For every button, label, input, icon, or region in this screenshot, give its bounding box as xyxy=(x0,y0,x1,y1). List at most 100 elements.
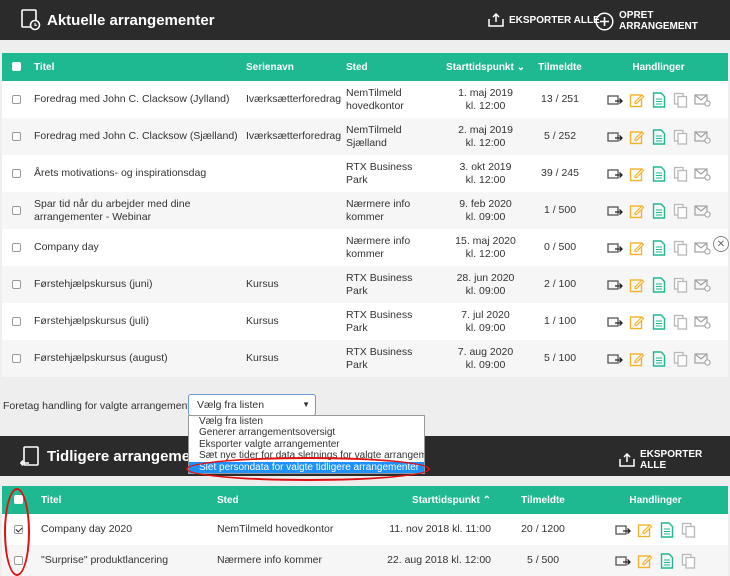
copy-icon[interactable] xyxy=(672,313,689,330)
row-checkbox[interactable] xyxy=(12,242,21,252)
copy-icon[interactable] xyxy=(680,521,697,538)
event-title[interactable]: Årets motivations- og inspirationsdag xyxy=(30,155,242,192)
column-signed[interactable]: Tilmeldte xyxy=(503,486,583,514)
column-title[interactable]: Titel xyxy=(37,486,213,514)
move-icon[interactable] xyxy=(606,276,623,293)
edit-icon[interactable] xyxy=(628,276,645,293)
create-event-button[interactable]: OPRET ARRANGEMENT xyxy=(595,10,730,32)
edit-icon[interactable] xyxy=(628,128,645,145)
column-title[interactable]: Titel xyxy=(30,53,242,81)
event-title[interactable]: Company day xyxy=(30,229,242,266)
document-icon[interactable] xyxy=(658,521,675,538)
mail-icon[interactable] xyxy=(694,313,711,330)
edit-icon[interactable] xyxy=(628,202,645,219)
bulk-option-delete-personal-data[interactable]: Slet persondata for valgte tidligere arr… xyxy=(189,461,424,473)
previous-export-all-button[interactable]: EKSPORTER ALLE xyxy=(619,449,730,471)
column-signed[interactable]: Tilmeldte xyxy=(531,53,589,81)
document-icon[interactable] xyxy=(650,165,667,182)
document-icon[interactable] xyxy=(658,552,675,569)
table-row[interactable]: Spar tid når du arbejder med dine arrang… xyxy=(2,192,728,229)
move-icon[interactable] xyxy=(606,239,623,256)
table-row[interactable]: Årets motivations- og inspirationsdag RTX… xyxy=(2,155,728,192)
bulk-option[interactable]: Eksporter valgte arrangementer xyxy=(189,439,424,450)
row-checkbox[interactable] xyxy=(12,353,21,363)
document-icon[interactable] xyxy=(650,350,667,367)
copy-icon[interactable] xyxy=(672,165,689,182)
row-checkbox[interactable] xyxy=(14,524,23,534)
table-row[interactable]: Førstehjælpskursus (august) Kursus RTX Bus… xyxy=(2,340,728,377)
mail-icon[interactable] xyxy=(694,239,711,256)
mail-icon[interactable] xyxy=(694,128,711,145)
event-title[interactable]: "Surprise" produktlancering xyxy=(37,545,213,576)
row-checkbox[interactable] xyxy=(12,279,21,289)
move-icon[interactable] xyxy=(606,91,623,108)
edit-icon[interactable] xyxy=(636,521,653,538)
event-place: RTX Business Park xyxy=(346,160,413,186)
copy-icon[interactable] xyxy=(672,350,689,367)
document-icon[interactable] xyxy=(650,202,667,219)
table-row[interactable]: Foredrag med John C. Clacksow (Jylland) I… xyxy=(2,81,728,118)
event-title[interactable]: Company day 2020 xyxy=(37,514,213,545)
move-icon[interactable] xyxy=(606,350,623,367)
event-title[interactable]: Spar tid når du arbejder med dine arrang… xyxy=(30,192,242,229)
mail-icon[interactable] xyxy=(694,91,711,108)
row-checkbox[interactable] xyxy=(12,205,21,215)
edit-icon[interactable] xyxy=(628,350,645,367)
event-title[interactable]: Førstehjælpskursus (august) xyxy=(30,340,242,377)
copy-icon[interactable] xyxy=(672,202,689,219)
document-icon[interactable] xyxy=(650,128,667,145)
move-icon[interactable] xyxy=(614,552,631,569)
edit-icon[interactable] xyxy=(628,165,645,182)
table-row[interactable]: Førstehjælpskursus (juni) Kursus RTX Busin… xyxy=(2,266,728,303)
bulk-action-select[interactable]: Vælg fra listen ▼ xyxy=(188,394,316,416)
table-row[interactable]: Company day Nærmere info kommer 15. maj 20… xyxy=(2,229,728,266)
mail-icon[interactable] xyxy=(694,165,711,182)
event-title[interactable]: Foredrag med John C. Clacksow (Jylland) xyxy=(30,81,242,118)
document-icon[interactable] xyxy=(650,91,667,108)
export-all-button[interactable]: EKSPORTER ALLE xyxy=(488,13,600,27)
select-all-checkbox[interactable] xyxy=(12,62,21,72)
row-checkbox[interactable] xyxy=(12,131,21,141)
document-icon[interactable] xyxy=(650,239,667,256)
event-title[interactable]: Førstehjælpskursus (juni) xyxy=(30,266,242,303)
copy-icon[interactable] xyxy=(680,552,697,569)
mail-icon[interactable] xyxy=(694,276,711,293)
event-title[interactable]: Foredrag med John C. Clacksow (Sjælland) xyxy=(30,118,242,155)
table-row[interactable]: Førstehjælpskursus (juli) Kursus RTX Busin… xyxy=(2,303,728,340)
select-all-checkbox[interactable] xyxy=(14,495,23,505)
edit-icon[interactable] xyxy=(636,552,653,569)
remove-row-icon[interactable]: ✕ xyxy=(713,236,729,252)
column-place[interactable]: Sted xyxy=(213,486,353,514)
mail-icon[interactable] xyxy=(694,202,711,219)
bulk-option[interactable]: Generer arrangementsoversigt xyxy=(189,427,424,438)
document-icon[interactable] xyxy=(650,276,667,293)
row-checkbox[interactable] xyxy=(12,168,21,178)
row-checkbox[interactable] xyxy=(14,555,23,565)
move-icon[interactable] xyxy=(606,202,623,219)
edit-icon[interactable] xyxy=(628,91,645,108)
row-checkbox[interactable] xyxy=(12,316,21,326)
move-icon[interactable] xyxy=(614,521,631,538)
edit-icon[interactable] xyxy=(628,313,645,330)
document-icon[interactable] xyxy=(650,313,667,330)
event-title[interactable]: Førstehjælpskursus (juli) xyxy=(30,303,242,340)
column-start[interactable]: Starttidspunkt ⌄ xyxy=(440,53,531,81)
row-checkbox[interactable] xyxy=(12,94,21,104)
copy-icon[interactable] xyxy=(672,239,689,256)
copy-icon[interactable] xyxy=(672,276,689,293)
copy-icon[interactable] xyxy=(672,128,689,145)
copy-icon[interactable] xyxy=(672,91,689,108)
bulk-option[interactable]: Sæt nye tider for data sletnings for val… xyxy=(189,450,424,461)
table-row[interactable]: "Surprise" produktlancering Nærmere info … xyxy=(2,545,728,576)
move-icon[interactable] xyxy=(606,128,623,145)
column-place[interactable]: Sted xyxy=(342,53,440,81)
column-start[interactable]: Starttidspunkt ⌃ xyxy=(353,486,503,514)
mail-icon[interactable] xyxy=(694,350,711,367)
table-row[interactable]: Company day 2020 NemTilmeld hovedkontor 11… xyxy=(2,514,728,545)
column-series[interactable]: Serienavn xyxy=(242,53,342,81)
move-icon[interactable] xyxy=(606,165,623,182)
bulk-option[interactable]: Vælg fra listen xyxy=(189,416,424,427)
table-row[interactable]: Foredrag med John C. Clacksow (Sjælland)… xyxy=(2,118,728,155)
move-icon[interactable] xyxy=(606,313,623,330)
edit-icon[interactable] xyxy=(628,239,645,256)
